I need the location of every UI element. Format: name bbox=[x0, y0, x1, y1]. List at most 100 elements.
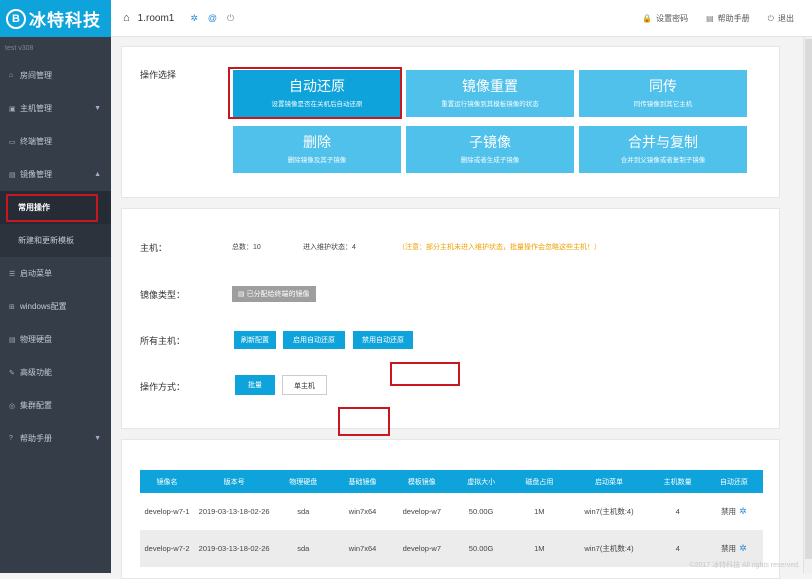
chevron-down-icon: ▼ bbox=[94, 105, 101, 112]
menu-icon: ☰ bbox=[9, 270, 16, 278]
tile-subtitle: 重置运行镜像到其模板镜像的状态 bbox=[441, 101, 539, 108]
image-icon: ▤ bbox=[9, 171, 16, 179]
sidebar-item-label: 集群配置 bbox=[20, 401, 52, 410]
sidebar-item-help[interactable]: ? 帮助手册 ▼ bbox=[0, 422, 111, 455]
sidebar-item-label: 镜像管理 bbox=[20, 170, 52, 179]
sidebar-item-advanced[interactable]: ✎ 高级功能 bbox=[0, 356, 111, 389]
logo[interactable]: B 冰特科技 bbox=[0, 0, 111, 37]
help-manual-link[interactable]: ▤ 帮助手册 bbox=[706, 13, 750, 24]
operation-card: 操作选择 自动还原 设置镜像是否在关机后自动还原 镜像重置重置运行镜像到其模板镜像… bbox=[121, 46, 780, 198]
power-icon[interactable]: ⏻ bbox=[227, 13, 234, 24]
tile-title: 合并与复制 bbox=[628, 134, 698, 150]
tile-title: 镜像重置 bbox=[462, 78, 518, 94]
gear-icon[interactable]: ✲ bbox=[739, 543, 747, 553]
scrollbar-thumb[interactable] bbox=[805, 39, 812, 559]
image-type-value: 已分配给终端的镜像 bbox=[246, 291, 310, 298]
settings-card: 主机： 总数：10 进入维护状态：4 （注意：部分主机未进入维护状态，批量操作会… bbox=[121, 208, 780, 429]
cell-template-image: develop-w7 bbox=[392, 530, 451, 567]
col-header: 模板镜像 bbox=[392, 470, 451, 493]
tile-title: 删除 bbox=[303, 134, 331, 150]
cluster-icon: ◎ bbox=[9, 402, 16, 410]
tile-title: 自动还原 bbox=[289, 78, 345, 94]
logout-link[interactable]: ⏻ 退出 bbox=[768, 13, 794, 24]
col-header: 版本号 bbox=[194, 470, 275, 493]
auto-restore-status: 禁用 bbox=[721, 544, 737, 553]
cell-boot-menu: win7(主机数:4) bbox=[567, 530, 651, 567]
cell-image-name: develop-w7-2 bbox=[140, 530, 195, 567]
cell-virtual-size: 50.00G bbox=[450, 493, 512, 530]
server-icon: ▣ bbox=[9, 105, 16, 113]
cell-disk: sda bbox=[274, 530, 333, 567]
sidebar-item-windows[interactable]: ⊞ windows配置 bbox=[0, 290, 111, 323]
image-table-card: 镜像名 版本号 物理硬盘 基础镜像 模板镜像 虚拟大小 磁盘占用 启动菜单 主机… bbox=[121, 439, 780, 579]
lock-icon: 🔒 bbox=[642, 14, 653, 23]
sidebar-item-cluster[interactable]: ◎ 集群配置 bbox=[0, 389, 111, 422]
book-icon: ▤ bbox=[706, 14, 714, 23]
cell-base-image: win7x64 bbox=[332, 493, 393, 530]
table-row[interactable]: develop-w7-2 2019-03-13-18-02-26 sda win… bbox=[140, 530, 763, 567]
sidebar-item-disks[interactable]: ▤ 物理硬盘 bbox=[0, 323, 111, 356]
sidebar-item-label: 启动菜单 bbox=[20, 269, 52, 278]
col-header: 镜像名 bbox=[140, 470, 195, 493]
op-merge-copy-button[interactable]: 合并与复制 合并到父镜像或者复制子镜像 bbox=[579, 126, 747, 173]
at-icon[interactable]: @ bbox=[208, 13, 217, 23]
cell-template-image: develop-w7 bbox=[392, 493, 451, 530]
cell-virtual-size: 50.00G bbox=[450, 530, 512, 567]
col-header: 基础镜像 bbox=[332, 470, 393, 493]
home-icon: ⌂ bbox=[9, 72, 14, 79]
logo-text: 冰特科技 bbox=[29, 11, 101, 30]
sidebar-item-label: 物理硬盘 bbox=[20, 335, 52, 344]
op-transfer-button[interactable]: 同传同传镜像到其它主机 bbox=[579, 70, 747, 117]
mode-label: 操作方式： bbox=[140, 382, 186, 392]
cell-disk-usage: 1M bbox=[511, 530, 568, 567]
home-icon[interactable]: ⌂ bbox=[123, 12, 130, 24]
tile-subtitle: 删除或者生成子镜像 bbox=[460, 157, 520, 164]
sidebar-item-label: 房间管理 bbox=[20, 71, 52, 80]
all-hosts-label: 所有主机： bbox=[140, 336, 186, 346]
sidebar-item-terminals[interactable]: ▭ 终端管理 bbox=[0, 125, 111, 158]
sidebar-item-label: windows配置 bbox=[20, 302, 67, 311]
cell-base-image: win7x64 bbox=[332, 530, 393, 567]
col-header: 自动还原 bbox=[704, 470, 763, 493]
scrollbar[interactable] bbox=[803, 37, 812, 573]
set-password-link[interactable]: 🔒 设置密码 bbox=[642, 13, 688, 24]
sidebar-item-boot-menu[interactable]: ☰ 启动菜单 bbox=[0, 257, 111, 290]
tile-subtitle: 删除镜像及其子镜像 bbox=[287, 157, 347, 164]
link-label: 退出 bbox=[778, 14, 794, 23]
batch-mode-button[interactable]: 批量 bbox=[235, 375, 275, 395]
sidebar-item-images[interactable]: ▤ 镜像管理 ▲ bbox=[0, 158, 111, 191]
sidebar-subitem-templates[interactable]: 新建和更新模板 bbox=[0, 224, 111, 257]
op-image-reset-button[interactable]: 镜像重置重置运行镜像到其模板镜像的状态 bbox=[406, 70, 574, 117]
operation-label: 操作选择 bbox=[140, 70, 177, 80]
sidebar-item-hosts[interactable]: ▣ 主机管理 ▼ bbox=[0, 92, 111, 125]
tile-title: 同传 bbox=[649, 78, 677, 94]
op-child-image-button[interactable]: 子镜像删除或者生成子镜像 bbox=[406, 126, 574, 173]
image-table: 镜像名 版本号 物理硬盘 基础镜像 模板镜像 虚拟大小 磁盘占用 启动菜单 主机… bbox=[140, 470, 763, 567]
cell-disk-usage: 1M bbox=[511, 493, 568, 530]
settings-icon[interactable]: ✲ bbox=[190, 13, 198, 24]
table-header-row: 镜像名 版本号 物理硬盘 基础镜像 模板镜像 虚拟大小 磁盘占用 启动菜单 主机… bbox=[140, 470, 763, 493]
image-type-select[interactable]: ▤ 已分配给终端的镜像 bbox=[232, 286, 316, 302]
tile-subtitle: 同传镜像到其它主机 bbox=[633, 101, 693, 108]
image-type-icon: ▤ bbox=[238, 291, 247, 298]
table-row[interactable]: develop-w7-1 2019-03-13-18-02-26 sda win… bbox=[140, 493, 763, 530]
top-bar: ⌂ 1.room1 ✲ @ ⏻ 🔒 设置密码 ▤ 帮助手册 ⏻ 退出 bbox=[111, 0, 812, 37]
windows-icon: ⊞ bbox=[9, 303, 15, 311]
sidebar-item-rooms[interactable]: ⌂ 房间管理 bbox=[0, 59, 111, 92]
disk-icon: ▤ bbox=[9, 336, 16, 344]
disable-auto-restore-button[interactable]: 禁用自动还原 bbox=[353, 331, 413, 349]
enable-auto-restore-button[interactable]: 启用自动还原 bbox=[283, 331, 345, 349]
refresh-config-button[interactable]: 刷新配置 bbox=[234, 331, 276, 349]
terminal-icon: ▭ bbox=[9, 138, 16, 146]
op-auto-restore-button[interactable]: 自动还原 设置镜像是否在关机后自动还原 bbox=[233, 70, 401, 117]
single-host-button[interactable]: 单主机 bbox=[282, 375, 327, 395]
col-header: 虚拟大小 bbox=[450, 470, 512, 493]
cell-host-count: 4 bbox=[650, 493, 705, 530]
op-delete-button[interactable]: 删除删除镜像及其子镜像 bbox=[233, 126, 401, 173]
link-label: 设置密码 bbox=[656, 14, 689, 23]
sidebar-subitem-common-ops[interactable]: 常用操作 bbox=[0, 191, 111, 224]
col-header: 物理硬盘 bbox=[274, 470, 333, 493]
gear-icon[interactable]: ✲ bbox=[739, 506, 747, 516]
sidebar-item-label: 终端管理 bbox=[20, 137, 52, 146]
tile-title: 子镜像 bbox=[469, 134, 511, 150]
